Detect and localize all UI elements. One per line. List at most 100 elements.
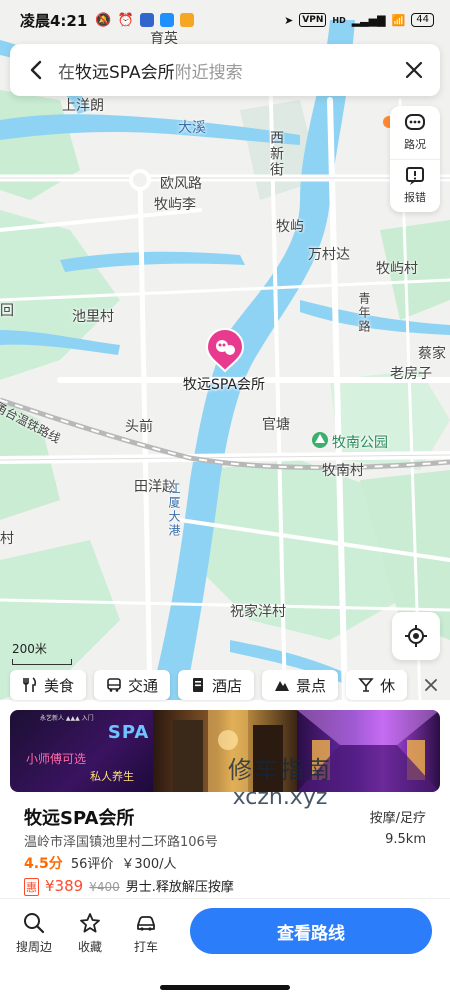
notification-icons: 🔕 ⏰: [95, 13, 194, 28]
poi-distance: 9.5km: [385, 832, 426, 847]
map-label: 老房子: [390, 366, 432, 382]
taxi-button[interactable]: 打车: [118, 912, 174, 955]
tool-label: 路况: [404, 137, 426, 151]
search-place: 牧远SPA会所: [75, 62, 175, 83]
poi-avg-price: ￥300/人: [121, 857, 177, 872]
poi-rating-row: 4.5分 56评价 ￥300/人: [24, 853, 177, 873]
car-icon: [137, 916, 155, 931]
status-bar: 凌晨4:21 🔕 ⏰ ➤ VPN HD ▂▃▅▇ 📶 44: [0, 0, 450, 40]
poi-category: 按摩/足疗: [369, 811, 426, 826]
photo-caption: 私人养生: [90, 770, 134, 783]
status-time: 凌晨4:21: [20, 11, 88, 30]
poi-photo[interactable]: 永艺新人 ▲▲▲ 入门 SPA 小师傅可选 私人养生: [10, 710, 154, 792]
search-input[interactable]: 在牧远SPA会所附近搜索: [58, 58, 402, 83]
chip-scenic[interactable]: 景点: [262, 670, 339, 700]
map-label: 万村达: [308, 247, 350, 263]
action-label: 打车: [133, 940, 158, 954]
location-arrow-icon: ➤: [284, 13, 294, 27]
deal-row[interactable]: 惠 ¥389 ¥400 男士.释放解压按摩: [24, 876, 234, 896]
back-arrow-icon[interactable]: [24, 58, 48, 82]
favorite-button[interactable]: 收藏: [62, 912, 118, 955]
map-label: 西新街: [268, 130, 284, 178]
poi-photo-strip[interactable]: 永艺新人 ▲▲▲ 入门 SPA 小师傅可选 私人养生: [10, 710, 440, 792]
map-label: 青年路: [357, 292, 371, 334]
close-icon[interactable]: [402, 58, 426, 82]
crosshair-icon: [405, 625, 427, 647]
poi-score: 4.5分: [24, 856, 63, 872]
signal-hd-label: HD: [332, 15, 346, 25]
chip-label: 景点: [296, 676, 327, 695]
home-indicator[interactable]: [160, 985, 290, 990]
chip-transport[interactable]: 交通: [94, 670, 171, 700]
map-label: 牧屿李: [154, 197, 196, 213]
watermark-line: 修车指南: [228, 756, 332, 784]
deal-price: ¥389: [45, 877, 84, 895]
poi-map-label[interactable]: 牧远SPA会所: [183, 374, 265, 394]
chip-food[interactable]: 美食: [10, 670, 87, 700]
poi-marker[interactable]: [205, 327, 245, 373]
deal-badge: 惠: [24, 878, 39, 896]
wifi-icon: 📶: [391, 13, 406, 27]
search-nearby-button[interactable]: 搜周边: [6, 912, 62, 955]
map-scale: 200米: [12, 640, 72, 665]
chip-hotel[interactable]: 酒店: [178, 670, 255, 700]
deal-original-price: ¥400: [89, 880, 120, 894]
chip-label: 交通: [128, 676, 159, 695]
upload-icon: [159, 13, 174, 27]
chip-leisure[interactable]: 休: [346, 670, 408, 700]
food-icon: [23, 677, 37, 692]
watermark-line: xczn.xyz: [232, 785, 328, 810]
search-suffix: 附近搜索: [174, 62, 243, 83]
map-label: 蔡家: [418, 346, 446, 362]
chip-label: 休: [380, 676, 396, 695]
action-label: 收藏: [77, 940, 102, 954]
battery-icon: 44: [411, 13, 434, 27]
map-label: 欧风路: [160, 176, 202, 192]
bottom-action-bar: 搜周边 收藏 打车 查看路线: [0, 898, 450, 968]
traffic-icon: [405, 113, 425, 130]
spa-pin-icon: [205, 327, 245, 373]
map-label: 头前: [125, 419, 153, 435]
poi-detail-card[interactable]: 永艺新人 ▲▲▲ 入门 SPA 小师傅可选 私人养生 修车指南 xczn.xyz: [0, 702, 450, 898]
map-label: 上洋朗: [62, 98, 104, 114]
photo-caption: SPA: [107, 722, 150, 743]
report-error-icon: [406, 167, 424, 186]
map-label: 大溪: [178, 120, 206, 136]
search-bar[interactable]: 在牧远SPA会所附近搜索: [10, 44, 440, 96]
hotel-icon: [193, 678, 204, 692]
search-prefix: 在: [58, 62, 75, 83]
map-tool-panel: 路况 报错: [390, 106, 440, 212]
poi-title: 牧远SPA会所: [24, 808, 135, 829]
tool-label: 报错: [404, 191, 426, 205]
deal-title: 男士.释放解压按摩: [125, 880, 234, 895]
chip-label: 美食: [44, 676, 75, 695]
map-label: 江厦大港: [167, 482, 181, 538]
map-label: 官塘: [262, 417, 290, 433]
locate-me-button[interactable]: [392, 612, 440, 660]
bus-icon: [107, 678, 121, 692]
map-label: 牧屿: [276, 219, 304, 235]
map-label: 回: [0, 303, 14, 319]
traffic-button[interactable]: 路况: [390, 106, 440, 159]
close-chips-icon[interactable]: [418, 672, 444, 698]
map-label: 牧南村: [322, 463, 364, 479]
app-notification-icon: [139, 13, 154, 27]
vpn-badge: VPN: [299, 13, 327, 27]
report-error-button[interactable]: 报错: [390, 158, 440, 213]
map-label: 牧屿村: [376, 261, 418, 277]
app-notification-icon: [179, 13, 194, 27]
star-icon: [80, 913, 100, 933]
scale-bar: [12, 659, 72, 665]
map-label: 祝家洋村: [230, 604, 286, 620]
view-route-button[interactable]: 查看路线: [190, 908, 432, 954]
map-label: 牧南公园: [332, 435, 388, 451]
search-nearby-icon: [24, 913, 45, 934]
map-label: 池里村: [72, 309, 114, 325]
scale-label: 200米: [12, 642, 47, 656]
leisure-icon: [358, 678, 374, 692]
chip-label: 酒店: [212, 676, 243, 695]
action-label: 搜周边: [15, 940, 52, 954]
poi-reviews[interactable]: 56评价: [71, 853, 114, 872]
map-label: 村: [0, 531, 14, 547]
poi-address: 温岭市泽国镇池里村二环路106号: [24, 835, 218, 850]
